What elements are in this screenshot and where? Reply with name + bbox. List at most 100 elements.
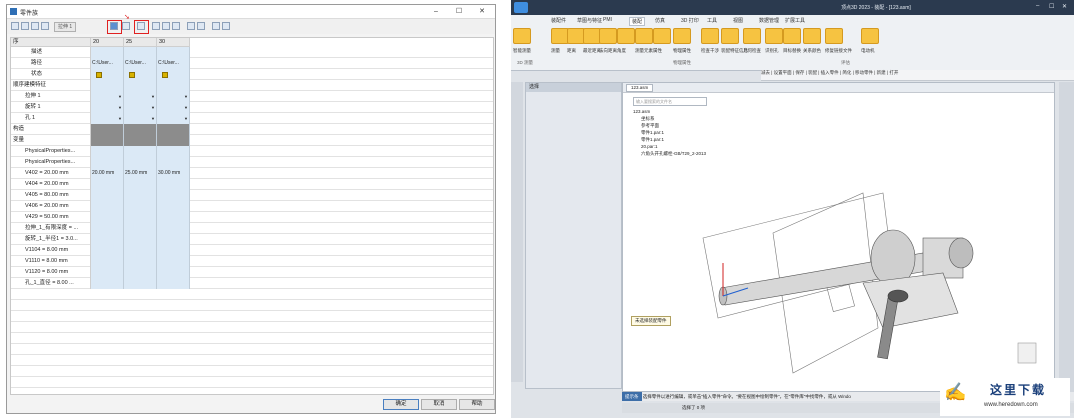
table-row[interactable]: V402 = 20.00 mm 20.00 mm 25.00 mm 30.00 mm [11, 168, 493, 179]
table-cell[interactable] [91, 47, 124, 58]
list-icon[interactable] [222, 22, 230, 30]
table-cell[interactable] [124, 201, 157, 212]
table-cell[interactable] [124, 135, 157, 146]
ok-button[interactable]: 确定 [383, 399, 419, 410]
table-cell[interactable]: 30.00 mm [157, 168, 190, 179]
table-cell[interactable]: C:\User... [91, 58, 124, 69]
minimize-icon[interactable]: – [1036, 3, 1039, 9]
maximize-icon[interactable]: ☐ [450, 6, 468, 17]
ribbon-button-icon[interactable] [721, 28, 739, 44]
table-cell[interactable] [124, 190, 157, 201]
ribbon-button-icon[interactable] [825, 28, 843, 44]
ribbon-tab[interactable]: 工具 [707, 17, 717, 24]
ribbon-tab[interactable]: 仿真 [655, 17, 665, 24]
table-cell[interactable] [91, 256, 124, 267]
ribbon-button-icon[interactable] [599, 28, 617, 44]
table-cell[interactable] [91, 190, 124, 201]
table-row[interactable]: 路径 C:\User... C:\User... C:\User... [11, 58, 493, 69]
table-cell[interactable] [157, 201, 190, 212]
ribbon-tab[interactable]: 数据管理 [759, 17, 779, 24]
column-header[interactable]: 30 [157, 38, 190, 47]
table-cell[interactable] [124, 267, 157, 278]
table-cell[interactable] [124, 179, 157, 190]
ribbon-tab[interactable]: 草图与特征 [577, 17, 602, 24]
right-side-tabs[interactable] [1059, 82, 1074, 392]
table-cell[interactable] [124, 278, 157, 289]
table-cell[interactable] [157, 135, 190, 146]
table-row[interactable]: 描述 [11, 47, 493, 58]
table-cell[interactable] [157, 47, 190, 58]
table-row[interactable]: 孔 1 ▼ ▼ ▼ [11, 113, 493, 124]
ribbon-tab[interactable]: 装配件 [551, 17, 566, 24]
table-cell[interactable] [91, 135, 124, 146]
table-row[interactable]: 变量 [11, 135, 493, 146]
table-row[interactable]: 拉伸 1 ▼ ▼ ▼ [11, 91, 493, 102]
ribbon-button-icon[interactable] [743, 28, 761, 44]
refresh-icon[interactable] [197, 22, 205, 30]
ribbon-tab[interactable]: PMI [603, 17, 612, 23]
table-cell[interactable] [91, 201, 124, 212]
3d-viewport[interactable]: 123.asm 输入要搜索的文件名 123.asm 坐标系 参考平面 零件1.par:… [622, 82, 1055, 392]
save-icon[interactable] [152, 22, 160, 30]
excel-icon[interactable] [187, 22, 195, 30]
table-row[interactable]: 旋转_1_半径1 = 3.0... [11, 234, 493, 245]
minimize-icon[interactable]: – [427, 6, 445, 17]
table-cell[interactable] [157, 157, 190, 168]
table-row[interactable]: V406 = 20.00 mm [11, 201, 493, 212]
sort-icon[interactable] [41, 22, 49, 30]
ribbon-tab[interactable]: 装配 [629, 17, 646, 26]
table-cell[interactable] [157, 267, 190, 278]
table-cell[interactable] [91, 278, 124, 289]
table-cell[interactable] [124, 223, 157, 234]
quick-command-bar[interactable]: 减去 | 设置平面 | 保存 | 装配 | 插入零件 | 简化 | 移动零件 |… [761, 70, 1074, 81]
table-cell[interactable] [91, 267, 124, 278]
table-cell[interactable]: C:\User... [124, 58, 157, 69]
table-row[interactable]: 顺序建模特征 [11, 80, 493, 91]
table-cell[interactable] [124, 80, 157, 91]
table-row[interactable]: 构造 [11, 124, 493, 135]
table-cell[interactable] [124, 234, 157, 245]
table-cell[interactable] [157, 80, 190, 91]
table-row[interactable]: V404 = 20.00 mm [11, 179, 493, 190]
maximize-icon[interactable]: ☐ [1049, 3, 1054, 10]
ribbon-tab[interactable]: 扩展工具 [785, 17, 805, 24]
gear-icon[interactable] [122, 22, 130, 30]
table-cell[interactable] [91, 124, 124, 135]
ribbon-button-icon[interactable] [803, 28, 821, 44]
ribbon-button-icon[interactable] [513, 28, 531, 44]
ribbon-button-icon[interactable] [635, 28, 653, 44]
table-cell[interactable] [91, 223, 124, 234]
feature-select-button[interactable]: 拉伸 1 [54, 22, 77, 32]
dropdown-icon[interactable]: ▼ [184, 116, 492, 121]
ribbon-button-icon[interactable] [653, 28, 671, 44]
ribbon-tab[interactable]: 视图 [733, 17, 743, 24]
column-header[interactable]: 25 [124, 38, 157, 47]
table-cell[interactable] [124, 212, 157, 223]
table-cell[interactable] [157, 179, 190, 190]
left-side-tabs[interactable] [511, 82, 523, 382]
column-header[interactable]: 20 [91, 38, 124, 47]
prompt-tab[interactable]: 提示条 [622, 392, 642, 401]
table-cell[interactable]: C:\User... [157, 58, 190, 69]
table-cell[interactable]: 20.00 mm [91, 168, 124, 179]
cancel-button[interactable]: 取消 [421, 399, 457, 410]
table-cell[interactable] [157, 234, 190, 245]
export-icon[interactable] [172, 22, 180, 30]
ribbon-tab[interactable]: 3D 打印 [681, 17, 699, 24]
table-row[interactable]: PhysicalProperties... [11, 146, 493, 157]
help-button[interactable]: 帮助 [459, 399, 495, 410]
close-icon[interactable]: ✕ [1062, 3, 1067, 10]
ribbon-button-icon[interactable] [861, 28, 879, 44]
table-cell[interactable] [124, 47, 157, 58]
ribbon-button-icon[interactable] [701, 28, 719, 44]
table-cell[interactable] [91, 245, 124, 256]
ribbon-button-icon[interactable] [783, 28, 801, 44]
close-icon[interactable]: ✕ [473, 6, 491, 17]
ribbon-button-icon[interactable] [617, 28, 635, 44]
table-cell[interactable] [157, 124, 190, 135]
table-cell[interactable] [157, 190, 190, 201]
delete-row-icon[interactable] [31, 22, 39, 30]
table-row[interactable]: V1110 = 8.00 mm [11, 256, 493, 267]
table-row[interactable]: 旋转 1 ▼ ▼ ▼ [11, 102, 493, 113]
open-icon[interactable] [162, 22, 170, 30]
